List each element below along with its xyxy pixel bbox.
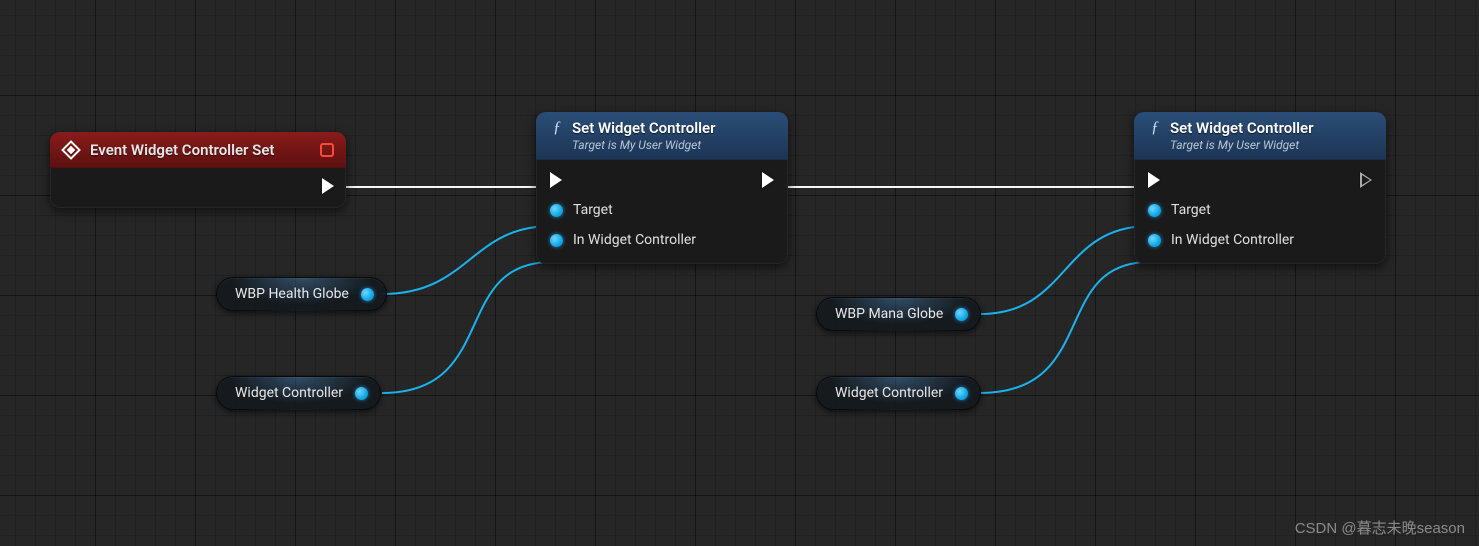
object-out-pin[interactable] [955,387,968,400]
object-in-pin[interactable] [550,204,563,217]
var-label: WBP Health Globe [235,286,349,302]
func-node-body: Target In Widget Controller [1134,160,1386,264]
func-node-title: Set Widget Controller [572,119,716,137]
watermark: CSDN @暮志未晚season [1295,517,1465,538]
object-out-pin[interactable] [361,288,374,301]
in-widget-controller-row: In Widget Controller [1148,232,1372,248]
pin-label-in-widget-controller: In Widget Controller [573,232,696,248]
func-node-subtitle: Target is My User Widget [1170,138,1372,152]
exec-out-pin[interactable] [1360,172,1372,188]
func-node-body: Target In Widget Controller [536,160,788,264]
object-in-pin[interactable] [1148,234,1161,247]
exec-out-pin[interactable] [762,172,774,188]
var-pill-wbp-health-globe[interactable]: WBP Health Globe [216,277,387,311]
var-pill-widget-controller-1[interactable]: Widget Controller [216,376,381,410]
func-node-header[interactable]: ƒ Set Widget Controller Target is My Use… [1134,112,1386,160]
exec-in-pin[interactable] [550,172,562,188]
function-f-icon: ƒ [1148,119,1162,137]
event-diamond-icon [62,141,80,159]
exec-row [1148,172,1372,188]
in-widget-controller-row: In Widget Controller [550,232,774,248]
object-wire [382,226,552,294]
function-f-icon: ƒ [550,119,564,137]
pin-label-in-widget-controller: In Widget Controller [1171,232,1294,248]
var-pill-widget-controller-2[interactable]: Widget Controller [816,376,981,410]
exec-row [550,172,774,188]
stop-box-icon [320,143,334,157]
var-label: Widget Controller [235,385,343,401]
func-node-header[interactable]: ƒ Set Widget Controller Target is My Use… [536,112,788,160]
pin-label-target: Target [1171,202,1211,218]
object-in-pin[interactable] [550,234,563,247]
func-node-subtitle: Target is My User Widget [572,138,774,152]
pin-label-target: Target [573,202,613,218]
object-wire [980,226,1150,314]
exec-in-pin[interactable] [1148,172,1160,188]
func-node-set-widget-controller-2[interactable]: ƒ Set Widget Controller Target is My Use… [1134,112,1386,264]
func-node-set-widget-controller-1[interactable]: ƒ Set Widget Controller Target is My Use… [536,112,788,264]
event-node-title: Event Widget Controller Set [90,141,310,159]
object-wire [382,262,552,393]
exec-out-pin[interactable] [322,178,334,194]
event-node[interactable]: Event Widget Controller Set [50,132,346,208]
var-label: Widget Controller [835,385,943,401]
target-row: Target [1148,202,1372,218]
object-out-pin[interactable] [955,308,968,321]
func-node-title: Set Widget Controller [1170,119,1314,137]
object-in-pin[interactable] [1148,204,1161,217]
object-wire [980,262,1150,393]
var-label: WBP Mana Globe [835,306,943,322]
var-pill-wbp-mana-globe[interactable]: WBP Mana Globe [816,297,981,331]
event-node-body [50,168,346,208]
target-row: Target [550,202,774,218]
event-node-header[interactable]: Event Widget Controller Set [50,132,346,168]
wire-layer [0,0,1479,546]
object-out-pin[interactable] [355,387,368,400]
